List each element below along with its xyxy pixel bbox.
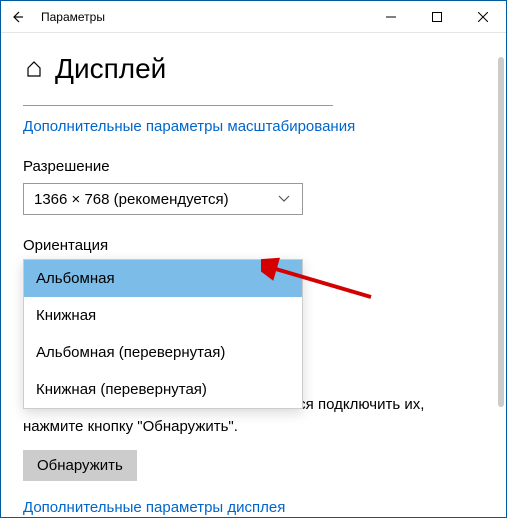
orientation-label: Ориентация <box>23 237 484 254</box>
detect-section: чаться автоматически. Чтобы попытаться п… <box>23 394 484 517</box>
titlebar: Параметры <box>1 1 506 33</box>
orientation-option[interactable]: Альбомная (перевернутая) <box>24 334 302 371</box>
page-heading: Дисплей <box>23 53 484 85</box>
resolution-label: Разрешение <box>23 158 484 175</box>
arrow-left-icon <box>10 10 24 24</box>
orientation-dropdown: Альбомная Книжная Альбомная (перевернута… <box>23 259 303 409</box>
resolution-value: 1366 × 768 (рекомендуется) <box>34 191 276 208</box>
home-button[interactable] <box>23 58 45 80</box>
orientation-option[interactable]: Книжная (перевернутая) <box>24 371 302 408</box>
detect-button[interactable]: Обнаружить <box>23 450 137 481</box>
page-title: Дисплей <box>55 53 166 85</box>
divider <box>23 105 333 106</box>
resolution-combo[interactable]: 1366 × 768 (рекомендуется) <box>23 183 303 215</box>
scaling-link[interactable]: Дополнительные параметры масштабирования <box>23 118 355 135</box>
display-link[interactable]: Дополнительные параметры дисплея <box>23 499 285 516</box>
orientation-option[interactable]: Книжная <box>24 297 302 334</box>
close-icon <box>478 12 488 22</box>
maximize-icon <box>432 12 442 22</box>
maximize-button[interactable] <box>414 1 460 33</box>
minimize-icon <box>386 12 396 22</box>
chevron-down-icon <box>276 195 292 203</box>
orientation-option[interactable]: Альбомная <box>24 260 302 297</box>
window-title: Параметры <box>33 10 368 24</box>
home-icon <box>25 60 43 78</box>
close-button[interactable] <box>460 1 506 33</box>
back-button[interactable] <box>1 1 33 33</box>
minimize-button[interactable] <box>368 1 414 33</box>
scrollbar[interactable] <box>498 57 504 407</box>
